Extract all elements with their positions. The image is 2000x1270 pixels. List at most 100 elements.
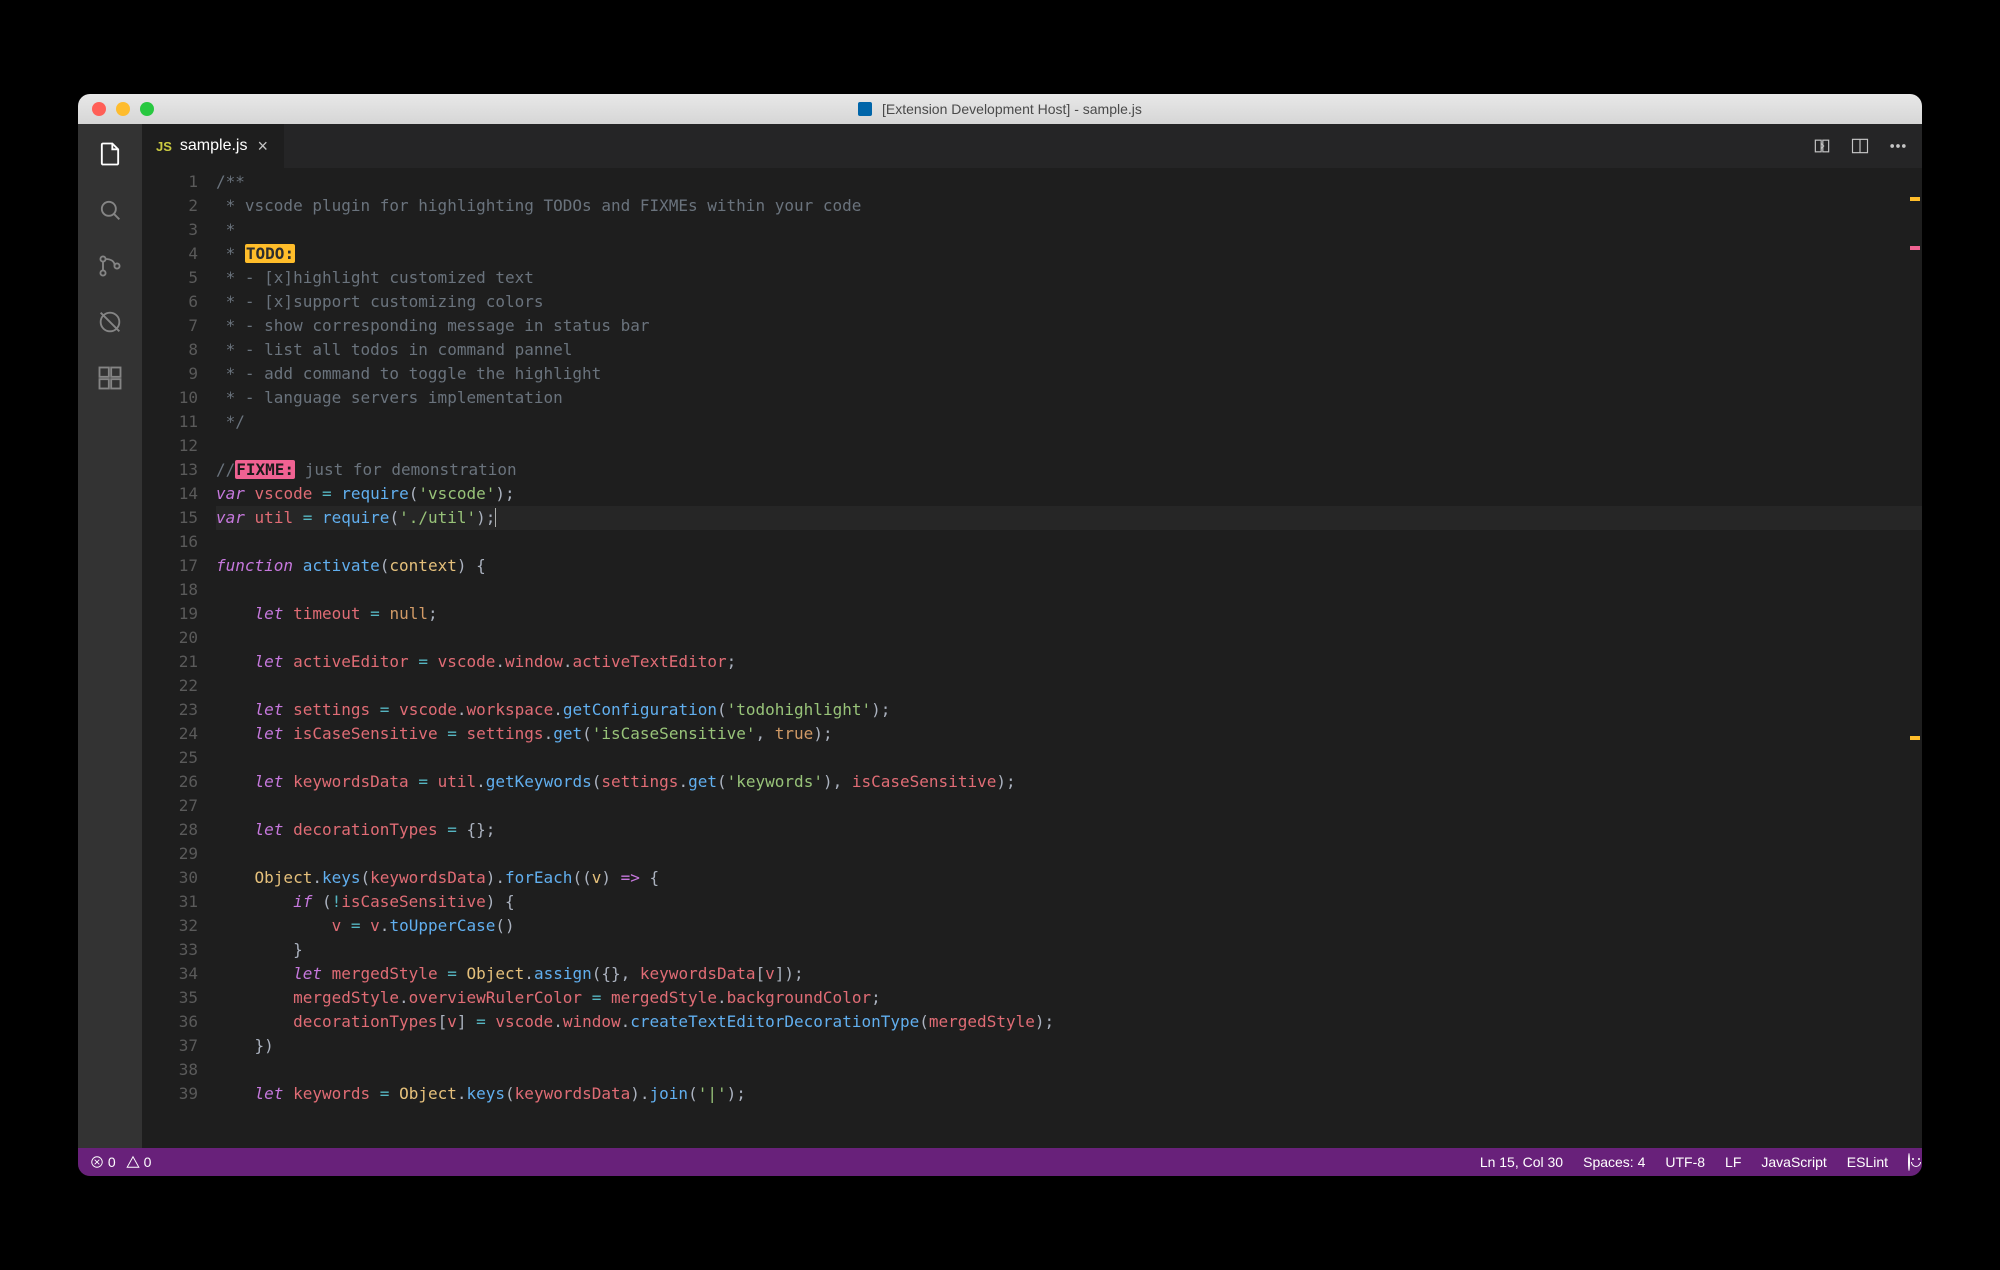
explorer-icon[interactable] [94,138,126,170]
status-eslint[interactable]: ESLint [1847,1154,1888,1170]
code-line[interactable]: let mergedStyle = Object.assign({}, keyw… [216,962,1922,986]
overview-ruler-mark [1910,197,1920,201]
code-line[interactable]: * - list all todos in command pannel [216,338,1922,362]
code-line[interactable]: * [216,218,1922,242]
line-number: 19 [142,602,198,626]
vscode-window: [Extension Development Host] - sample.js [78,94,1922,1176]
code-content[interactable]: /** * vscode plugin for highlighting TOD… [216,168,1922,1148]
maximize-window-button[interactable] [140,102,154,116]
code-line[interactable] [216,1058,1922,1082]
code-line[interactable]: decorationTypes[v] = vscode.window.creat… [216,1010,1922,1034]
status-warnings[interactable]: 0 [126,1154,152,1170]
code-line[interactable]: } [216,938,1922,962]
code-line[interactable]: */ [216,410,1922,434]
line-number: 8 [142,338,198,362]
code-line[interactable]: let timeout = null; [216,602,1922,626]
js-file-icon: JS [156,139,172,154]
line-number: 3 [142,218,198,242]
code-line[interactable] [216,578,1922,602]
code-line[interactable]: Object.keys(keywordsData).forEach((v) =>… [216,866,1922,890]
minimize-window-button[interactable] [116,102,130,116]
code-line[interactable]: var util = require('./util'); [216,506,1922,530]
window-title: [Extension Development Host] - sample.js [78,101,1922,117]
code-line[interactable]: v = v.toUpperCase() [216,914,1922,938]
status-warnings-count: 0 [144,1154,152,1170]
line-number: 21 [142,650,198,674]
status-encoding[interactable]: UTF-8 [1665,1154,1705,1170]
line-number: 24 [142,722,198,746]
window-title-text: [Extension Development Host] - sample.js [882,101,1142,117]
line-number: 2 [142,194,198,218]
code-line[interactable]: if (!isCaseSensitive) { [216,890,1922,914]
status-indentation[interactable]: Spaces: 4 [1583,1154,1645,1170]
code-line[interactable] [216,674,1922,698]
line-number: 6 [142,290,198,314]
code-line[interactable]: * - add command to toggle the highlight [216,362,1922,386]
code-editor[interactable]: 1234567891011121314151617181920212223242… [142,168,1922,1148]
code-line[interactable] [216,842,1922,866]
code-line[interactable]: mergedStyle.overviewRulerColor = mergedS… [216,986,1922,1010]
code-line[interactable] [216,794,1922,818]
code-line[interactable]: * TODO: [216,242,1922,266]
line-number: 30 [142,866,198,890]
code-line[interactable] [216,626,1922,650]
status-errors[interactable]: 0 [90,1154,116,1170]
overview-ruler-mark [1910,246,1920,250]
code-line[interactable]: let settings = vscode.workspace.getConfi… [216,698,1922,722]
code-line[interactable] [216,746,1922,770]
search-icon[interactable] [94,194,126,226]
code-line[interactable]: * vscode plugin for highlighting TODOs a… [216,194,1922,218]
overview-ruler-mark [1910,736,1920,740]
feedback-icon[interactable] [1908,1154,1910,1170]
activity-bar [78,124,142,1148]
extensions-icon[interactable] [94,362,126,394]
line-number: 20 [142,626,198,650]
status-cursor-position[interactable]: Ln 15, Col 30 [1480,1154,1563,1170]
line-number: 17 [142,554,198,578]
line-number: 9 [142,362,198,386]
code-line[interactable]: let isCaseSensitive = settings.get('isCa… [216,722,1922,746]
code-line[interactable]: * - show corresponding message in status… [216,314,1922,338]
code-line[interactable]: let keywordsData = util.getKeywords(sett… [216,770,1922,794]
code-line[interactable]: let decorationTypes = {}; [216,818,1922,842]
line-number: 32 [142,914,198,938]
tab-sample-js[interactable]: JS sample.js × [142,124,285,168]
line-number: 39 [142,1082,198,1106]
line-number: 37 [142,1034,198,1058]
line-number: 26 [142,770,198,794]
line-number: 33 [142,938,198,962]
code-line[interactable]: var vscode = require('vscode'); [216,482,1922,506]
close-window-button[interactable] [92,102,106,116]
code-line[interactable]: /** [216,170,1922,194]
code-line[interactable]: let keywords = Object.keys(keywordsData)… [216,1082,1922,1106]
code-line[interactable] [216,434,1922,458]
source-control-icon[interactable] [94,250,126,282]
code-line[interactable]: * - [x]support customizing colors [216,290,1922,314]
line-number: 34 [142,962,198,986]
editor-tabs: JS sample.js × [142,124,1922,168]
code-line[interactable]: let activeEditor = vscode.window.activeT… [216,650,1922,674]
line-number-gutter: 1234567891011121314151617181920212223242… [142,168,216,1148]
code-line[interactable] [216,530,1922,554]
status-errors-count: 0 [108,1154,116,1170]
tab-label: sample.js [180,137,248,155]
more-icon[interactable] [1888,136,1908,156]
compare-icon[interactable] [1812,136,1832,156]
code-line[interactable]: function activate(context) { [216,554,1922,578]
overview-ruler[interactable] [1904,168,1922,1148]
code-line[interactable]: * - language servers implementation [216,386,1922,410]
line-number: 38 [142,1058,198,1082]
close-tab-icon[interactable]: × [255,136,270,157]
code-line[interactable]: }) [216,1034,1922,1058]
line-number: 11 [142,410,198,434]
status-language[interactable]: JavaScript [1761,1154,1826,1170]
split-editor-icon[interactable] [1850,136,1870,156]
line-number: 13 [142,458,198,482]
line-number: 15 [142,506,198,530]
line-number: 36 [142,1010,198,1034]
code-line[interactable]: //FIXME: just for demonstration [216,458,1922,482]
code-line[interactable]: * - [x]highlight customized text [216,266,1922,290]
status-eol[interactable]: LF [1725,1154,1741,1170]
debug-icon[interactable] [94,306,126,338]
line-number: 31 [142,890,198,914]
